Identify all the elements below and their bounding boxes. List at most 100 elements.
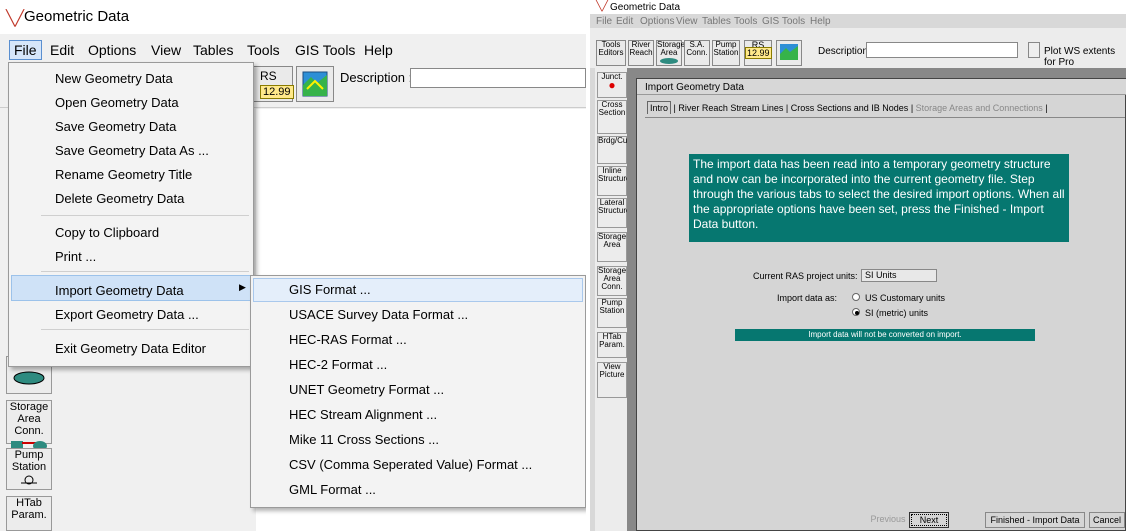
submenu-item-hec2[interactable]: HEC-2 Format ... <box>289 357 387 372</box>
submenu-item-gml[interactable]: GML Format ... <box>289 482 376 497</box>
menu-view[interactable]: View <box>676 16 698 27</box>
submenu-item-stream-align[interactable]: HEC Stream Alignment ... <box>289 407 437 422</box>
bridge-culvert-button[interactable]: Brdg/Culv <box>597 136 633 164</box>
current-units-label: Current RAS project units: <box>753 271 858 281</box>
pump-station-side-button[interactable]: Pump Station <box>597 298 627 328</box>
map-button[interactable] <box>296 66 334 102</box>
dialog-tabs: Intro | River Reach Stream Lines | Cross… <box>647 101 1048 114</box>
description-input[interactable] <box>410 68 586 88</box>
river-reach-label: River Reach <box>629 40 653 57</box>
junction-button[interactable]: Junct. ● <box>597 72 627 98</box>
map-icon <box>780 44 798 60</box>
menu-tables[interactable]: Tables <box>702 16 731 27</box>
storage-area-side-label: Storage Area <box>598 232 627 249</box>
view-picture-button[interactable]: View Picture <box>597 362 627 398</box>
left-window: ╲╱ Geometric Data File Edit Options View… <box>0 0 586 531</box>
description-input[interactable] <box>866 42 1018 58</box>
menu-bar: File Edit Options View Tables Tools GIS … <box>590 16 1126 28</box>
radio-si-metric[interactable] <box>852 308 860 316</box>
map-button[interactable] <box>776 40 802 66</box>
radio-us-customary[interactable] <box>852 293 860 301</box>
import-submenu: GIS Format ... USACE Survey Data Format … <box>250 275 586 508</box>
menu-item-print[interactable]: Print ... <box>55 249 96 264</box>
menu-options[interactable]: Options <box>88 42 136 58</box>
submenu-item-gis[interactable]: GIS Format ... <box>289 282 371 297</box>
menu-item-exit-editor[interactable]: Exit Geometry Data Editor <box>55 341 206 356</box>
menu-item-open-geometry[interactable]: Open Geometry Data <box>55 95 179 110</box>
submenu-item-usace[interactable]: USACE Survey Data Format ... <box>289 307 468 322</box>
menu-item-new-geometry[interactable]: New Geometry Data <box>55 71 173 86</box>
menu-gis-tools[interactable]: GIS Tools <box>295 42 355 58</box>
conversion-note: Import data will not be converted on imp… <box>735 329 1035 341</box>
menu-item-export-geometry[interactable]: Export Geometry Data ... <box>55 307 199 322</box>
sidebar-button-htab[interactable]: HTab Param. <box>6 496 52 531</box>
storage-area-label: Storage Area <box>657 40 686 57</box>
submenu-item-unet[interactable]: UNET Geometry Format ... <box>289 382 444 397</box>
inline-structure-button[interactable]: Inline Structure <box>597 166 631 196</box>
sidebar-label: Storage Area Conn. <box>9 401 49 437</box>
menu-help[interactable]: Help <box>364 42 393 58</box>
menu-item-rename-title[interactable]: Rename Geometry Title <box>55 167 192 182</box>
menu-separator <box>41 215 249 216</box>
submenu-item-csv[interactable]: CSV (Comma Seperated Value) Format ... <box>289 457 532 472</box>
dialog-title-bar: Import Geometry Data <box>637 79 1126 95</box>
plot-ws-extents-button[interactable] <box>1028 42 1040 58</box>
tools-editors-label: Tools Editors <box>598 40 624 57</box>
finished-import-button[interactable]: Finished - Import Data <box>985 512 1085 528</box>
next-button[interactable]: Next <box>909 512 949 528</box>
menu-file[interactable]: File <box>596 16 612 27</box>
tab-storage-areas[interactable]: Storage Areas and Connections <box>916 103 1043 113</box>
menu-tools[interactable]: Tools <box>734 16 757 27</box>
storage-area-conn-side-label: Storage Area Conn. <box>598 266 627 291</box>
tools-editors-button[interactable]: Tools Editors <box>596 40 626 66</box>
river-reach-button[interactable]: River Reach <box>628 40 654 66</box>
pump-station-icon <box>21 475 37 485</box>
menu-options[interactable]: Options <box>640 16 674 27</box>
plot-ws-label: Plot WS extents for Pro <box>1044 46 1116 68</box>
dialog-title: Import Geometry Data <box>645 82 744 93</box>
menu-gis-tools[interactable]: GIS Tools <box>762 16 805 27</box>
menu-file[interactable]: File <box>9 40 42 60</box>
menu-tools[interactable]: Tools <box>247 42 280 58</box>
lateral-structure-button[interactable]: Lateral Structure <box>597 198 631 228</box>
sa-conn-button[interactable]: S.A. Conn. <box>684 40 710 66</box>
menu-bar: File Edit Options View Tables Tools GIS … <box>0 40 586 62</box>
storage-area-button[interactable]: Storage Area <box>656 40 686 66</box>
sidebar-button-storage-area-conn[interactable]: Storage Area Conn. <box>6 400 52 451</box>
pump-station-label: Pump Station <box>713 40 739 57</box>
tab-cross-sections[interactable]: Cross Sections and IB Nodes <box>791 103 909 113</box>
menu-item-copy-clipboard[interactable]: Copy to Clipboard <box>55 225 159 240</box>
menu-item-save-as[interactable]: Save Geometry Data As ... <box>55 143 209 158</box>
tab-river-reach[interactable]: River Reach Stream Lines <box>678 103 783 113</box>
menu-edit[interactable]: Edit <box>50 42 74 58</box>
view-picture-label: View Picture <box>599 362 625 379</box>
submenu-item-hec-ras[interactable]: HEC-RAS Format ... <box>289 332 407 347</box>
storage-area-side-button[interactable]: Storage Area <box>597 232 627 262</box>
storage-area-conn-side-button[interactable]: Storage Area Conn. <box>597 266 627 296</box>
menu-separator <box>41 329 249 330</box>
menu-tables[interactable]: Tables <box>193 42 233 58</box>
import-geometry-dialog: Import Geometry Data Intro | River Reach… <box>636 78 1126 531</box>
inline-structure-label: Inline Structure <box>598 166 631 183</box>
htab-button[interactable]: HTab Param. <box>597 332 627 358</box>
previous-button[interactable]: Previous <box>869 512 907 528</box>
rs-button[interactable]: RS 12.99 <box>744 40 772 66</box>
option-si-label: SI (metric) units <box>865 308 929 318</box>
menu-item-save-geometry[interactable]: Save Geometry Data <box>55 119 176 134</box>
option-us-label: US Customary units <box>865 293 946 303</box>
pump-station-button[interactable]: Pump Station <box>712 40 740 66</box>
menu-help[interactable]: Help <box>810 16 831 27</box>
menu-item-delete-geometry[interactable]: Delete Geometry Data <box>55 191 184 206</box>
cross-section-button[interactable]: Cross Section <box>597 100 627 134</box>
sidebar-button-pump-station[interactable]: Pump Station <box>6 448 52 490</box>
menu-view[interactable]: View <box>151 42 181 58</box>
cancel-button[interactable]: Cancel <box>1089 512 1125 528</box>
menu-item-import-geometry[interactable]: Import Geometry Data <box>55 283 184 298</box>
submenu-item-mike11[interactable]: Mike 11 Cross Sections ... <box>289 432 439 447</box>
rs-button[interactable]: RS 12.99 <box>253 66 294 102</box>
lateral-structure-label: Lateral Structure <box>598 198 631 215</box>
menu-edit[interactable]: Edit <box>616 16 633 27</box>
right-window: ╲╱ Geometric Data File Edit Options View… <box>590 0 1126 531</box>
tab-intro[interactable]: Intro <box>647 101 672 114</box>
storage-area-icon <box>13 371 45 385</box>
